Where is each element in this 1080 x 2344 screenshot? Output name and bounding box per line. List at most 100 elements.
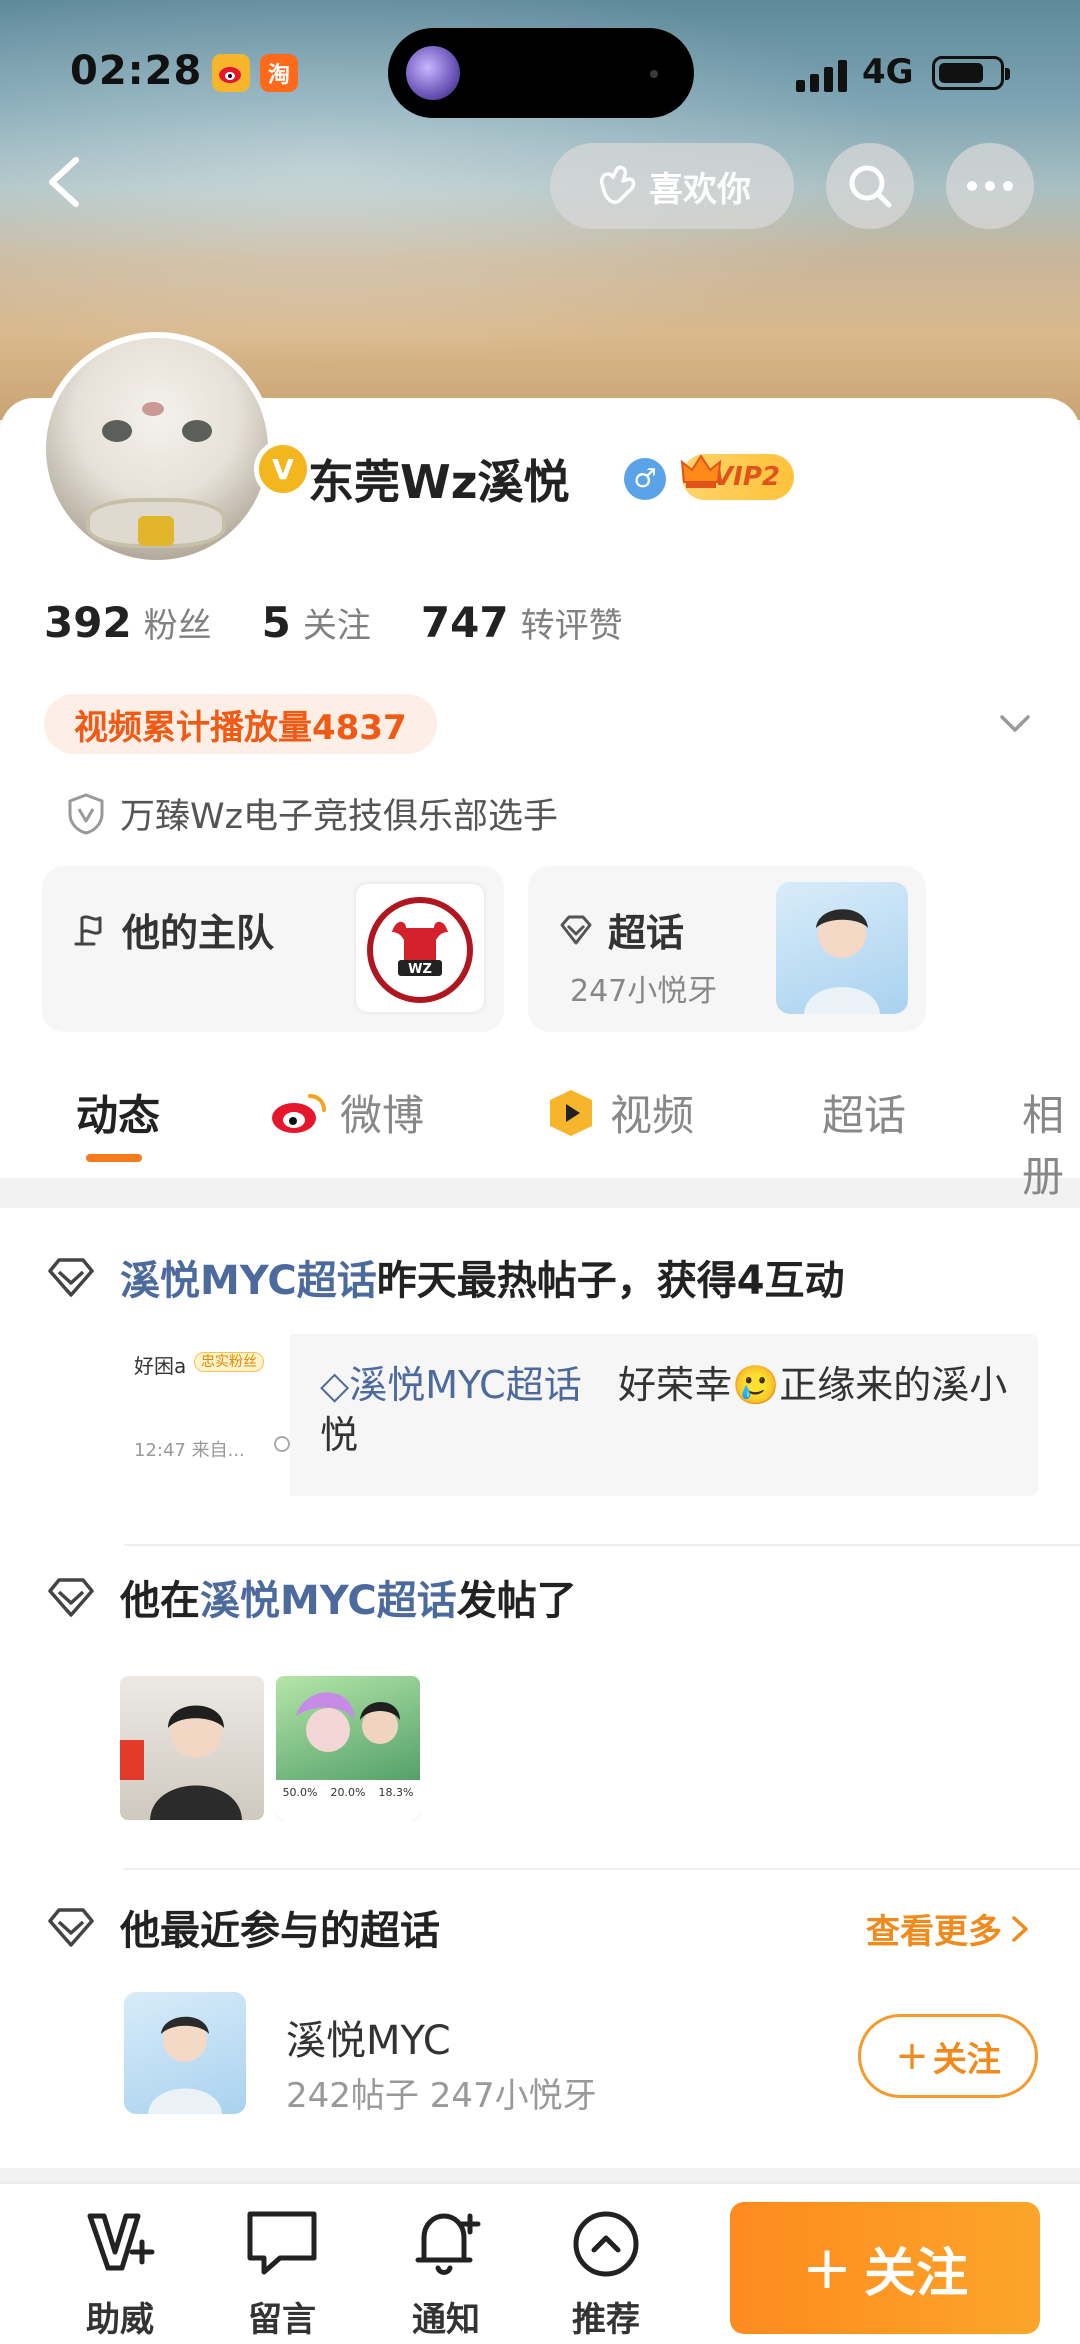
followers-count[interactable]: 392: [44, 598, 132, 647]
weibo-app-icon: [212, 54, 250, 92]
tab-weibo[interactable]: 微博: [270, 1082, 424, 1143]
topic-thumbnail[interactable]: [124, 1992, 246, 2114]
screenshot-stat: 20.0%: [330, 1786, 366, 1799]
diamond-icon: [560, 915, 592, 944]
back-button[interactable]: [36, 152, 96, 212]
tab-video-label: 视频: [610, 1091, 695, 1140]
see-more-link[interactable]: 查看更多: [866, 1904, 1032, 1953]
engagement-label[interactable]: 转评赞: [521, 598, 623, 647]
island-indicator: [650, 70, 658, 78]
certification-text: 万臻Wz电子竞技俱乐部选手: [120, 797, 558, 837]
recommend-icon: [573, 2211, 639, 2277]
topic-link[interactable]: 溪悦MYC超话: [120, 1258, 377, 1304]
recent-topics-header: 他最近参与的超话: [46, 1898, 440, 1956]
tab-weibo-label: 微博: [340, 1091, 425, 1140]
portrait-image: [120, 1705, 242, 1820]
followers-label[interactable]: 粉丝: [144, 598, 212, 647]
screenshot-username: 好困a: [134, 1354, 187, 1378]
more-options-button[interactable]: [946, 143, 1034, 229]
posted-suffix: 发帖了: [456, 1578, 577, 1624]
bottom-action-bar: 助威 留言 通知 推荐 + 关注: [0, 2182, 1080, 2344]
expand-profile-button[interactable]: [996, 704, 1034, 742]
recent-topics-title: 他最近参与的超话: [120, 1908, 440, 1954]
video-play-icon: [550, 1089, 592, 1136]
notify-label: 通知: [412, 2300, 480, 2340]
vip-badge[interactable]: VIP2: [680, 454, 794, 500]
posted-in-topic-notice[interactable]: 他在溪悦MYC超话发帖了: [46, 1568, 577, 1626]
profile-stats: 392 粉丝 5 关注 747 转评赞: [44, 598, 673, 647]
follow-topic-button[interactable]: + 关注: [858, 2014, 1038, 2098]
portrait-image: [804, 909, 880, 1014]
gender-male-icon: ♂: [624, 458, 666, 500]
flag-icon: [74, 914, 102, 945]
dynamic-island: [388, 28, 694, 118]
svg-text:WZ: WZ: [408, 962, 432, 977]
super-topic-card[interactable]: 超话 247小悦牙: [528, 866, 926, 1032]
screenshot-stats-row: 50.0% 20.0% 18.3%: [276, 1786, 420, 1799]
topic-link[interactable]: 溪悦MYC超话: [200, 1578, 457, 1624]
following-count[interactable]: 5: [262, 598, 291, 647]
super-topic-diamond-icon: [48, 1578, 94, 1617]
tab-video[interactable]: 视频: [544, 1082, 694, 1143]
screenshot-stat: 18.3%: [378, 1786, 414, 1799]
more-dots-icon: [967, 181, 1013, 191]
bell-icon: [415, 2213, 481, 2275]
team-logo: WZ: [354, 882, 486, 1014]
like-you-button[interactable]: 喜欢你: [550, 143, 794, 229]
follow-user-label: 关注: [864, 2243, 969, 2304]
tab-album[interactable]: 相册: [1022, 1082, 1080, 1204]
engagement-count[interactable]: 747: [421, 598, 509, 647]
avatar[interactable]: V: [40, 332, 312, 566]
verified-badge: V: [254, 440, 312, 498]
plus-icon: +: [801, 2233, 853, 2303]
screenshot-fan-badge: 忠实粉丝: [194, 1352, 264, 1372]
leave-message-button[interactable]: 留言: [222, 2202, 342, 2341]
follow-user-button[interactable]: + 关注: [730, 2202, 1040, 2334]
portrait-image: [148, 2016, 222, 2114]
feed-divider: [124, 1868, 1080, 1870]
hand-heart-icon: [599, 165, 636, 204]
signal-icon: [796, 56, 852, 92]
video-views-badge[interactable]: 视频累计播放量4837: [44, 694, 437, 754]
chevron-right-icon: [1012, 1915, 1028, 1942]
cheer-icon: [87, 2213, 155, 2271]
cheer-button[interactable]: 助威: [60, 2202, 180, 2341]
search-button[interactable]: [826, 143, 914, 229]
notify-button[interactable]: 通知: [386, 2202, 506, 2341]
crown-icon: [680, 454, 722, 488]
quoted-post[interactable]: 好困a 忠实粉丝 12:47 来自... ◇溪悦MYC超话 好荣幸🥲正缘来的溪小…: [124, 1334, 1038, 1496]
following-label[interactable]: 关注: [303, 598, 371, 647]
tab-activity[interactable]: 动态: [76, 1082, 160, 1143]
chevron-left-icon: [49, 157, 79, 207]
status-bar: 02:28 淘 4G: [0, 0, 1080, 140]
quoted-topic-link[interactable]: 溪悦MYC超话: [349, 1363, 581, 1407]
team-bull-logo-icon: WZ: [367, 897, 473, 1003]
activity-feed: 溪悦MYC超话昨天最热帖子，获得4互动 好困a 忠实粉丝 12:47 来自...…: [0, 1208, 1080, 2168]
status-time: 02:28: [70, 48, 203, 94]
tab-album-label: 相册: [1022, 1091, 1065, 1201]
weibo-logo-icon: [272, 1093, 326, 1133]
like-you-label: 喜欢你: [649, 169, 751, 210]
feed-divider: [124, 1544, 1080, 1546]
taobao-app-icon: 淘: [260, 54, 298, 92]
recommend-button[interactable]: 推荐: [546, 2202, 666, 2341]
now-playing-thumbnail: [406, 46, 460, 100]
avatar-bell: [138, 516, 174, 546]
post-photo[interactable]: 50.0% 20.0% 18.3%: [276, 1676, 420, 1820]
home-team-card[interactable]: 他的主队 WZ: [42, 866, 504, 1032]
cheer-label: 助威: [86, 2300, 154, 2340]
tab-super-topic[interactable]: 超话: [822, 1082, 906, 1143]
leave-message-label: 留言: [248, 2300, 316, 2340]
hot-post-notice[interactable]: 溪悦MYC超话昨天最热帖子，获得4互动: [46, 1248, 845, 1306]
recommend-label: 推荐: [572, 2300, 640, 2340]
username: 东莞Wz溪悦: [308, 455, 570, 509]
avatar-eye-left: [102, 420, 132, 442]
topic-name[interactable]: 溪悦MYC: [286, 2008, 451, 2066]
tab-super-topic-label: 超话: [822, 1091, 907, 1140]
home-team-title-row: 他的主队: [72, 902, 274, 957]
see-more-label: 查看更多: [866, 1912, 1002, 1952]
plus-icon: +: [895, 2033, 929, 2079]
super-topic-thumbnail: [776, 882, 908, 1014]
quoted-topic-diamond-icon: ◇: [320, 1363, 350, 1407]
post-photo[interactable]: [120, 1676, 264, 1820]
